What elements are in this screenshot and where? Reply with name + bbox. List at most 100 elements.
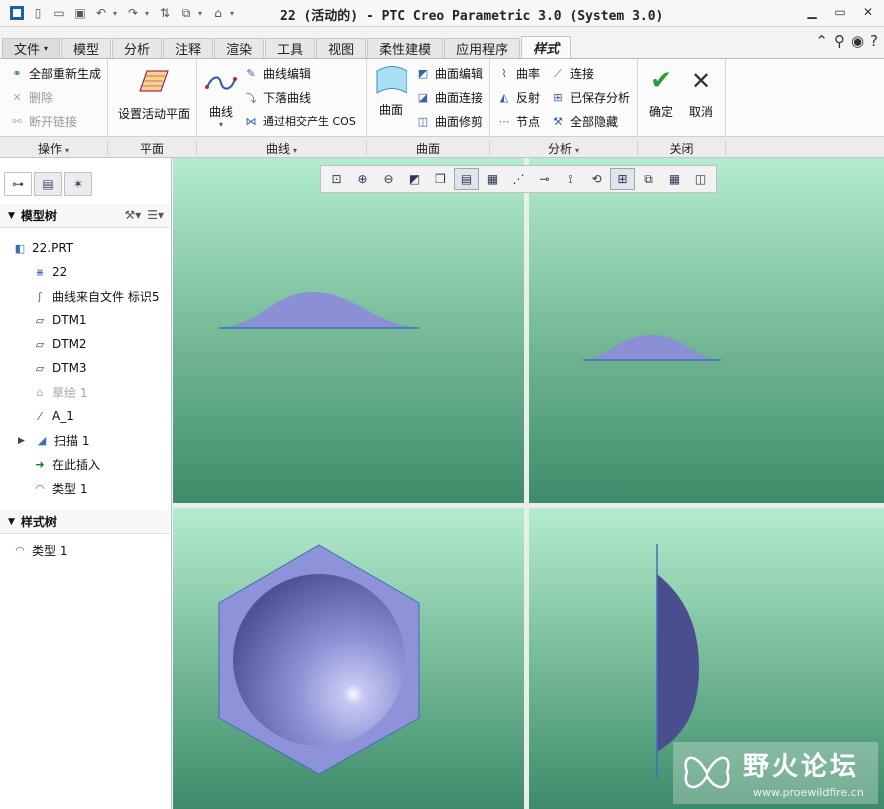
set-active-plane-button[interactable]: 设置活动平面 [114, 65, 194, 122]
tab-label: 文件 [14, 43, 41, 58]
settings-tools-icon[interactable]: ⚒▾ [124, 208, 141, 222]
reflect-button[interactable]: ◭ 反射 [496, 89, 540, 106]
surface-display-icon[interactable]: ◫ [688, 168, 713, 190]
tab-style[interactable]: 样式 [521, 36, 572, 58]
curve-edit-button[interactable]: ✎ 曲线编辑 [243, 65, 311, 82]
surface-trim-button[interactable]: ◫ 曲面修剪 [415, 113, 483, 130]
tree-item[interactable]: ▱ DTM2 [32, 336, 87, 352]
undo-dropdown-icon[interactable]: ▾ [113, 9, 121, 18]
redo-icon[interactable]: ↷ [124, 4, 142, 22]
tree-item[interactable]: ▱ DTM3 [32, 360, 87, 376]
curve-button[interactable]: 曲线 ▾ [203, 67, 239, 129]
chevron-down-icon: ▾ [44, 44, 49, 53]
tab-tools[interactable]: 工具 [265, 38, 316, 58]
regenerate-icon[interactable]: ⇅ [156, 4, 174, 22]
cancel-button[interactable]: ✕ 取消 [684, 65, 718, 120]
tree-item[interactable]: ʃ 曲线来自文件 标识5 [32, 288, 159, 305]
windows-dropdown-icon[interactable]: ▾ [198, 9, 206, 18]
tree-item[interactable]: ◠ 类型 1 [32, 480, 87, 497]
hide-all-button[interactable]: ⚒ 全部隐藏 [550, 113, 618, 130]
curve-label: 曲线 [208, 105, 233, 119]
tree-item[interactable]: ◠ 类型 1 [12, 542, 67, 559]
zoom-out-icon[interactable]: ⊖ [376, 168, 401, 190]
save-icon[interactable]: ▣ [71, 4, 89, 22]
annotation-display-icon[interactable]: ⊸ [532, 168, 557, 190]
tab-annotate[interactable]: 注释 [163, 38, 214, 58]
tab-analysis[interactable]: 分析 [112, 38, 163, 58]
curvature-button[interactable]: ⌇ 曲率 [496, 65, 540, 82]
tree-item[interactable]: ➜ 在此插入 [32, 456, 100, 473]
tab-applications[interactable]: 应用程序 [444, 38, 521, 58]
show-options-icon[interactable]: ☰▾ [147, 208, 164, 222]
saved-analysis-button[interactable]: ⊞ 已保存分析 [550, 89, 630, 106]
tab-file[interactable]: 文件 ▾ [2, 38, 61, 58]
collapse-triangle-icon[interactable]: ▼ [8, 211, 15, 221]
regen-all-button[interactable]: ⚭ 全部重新生成 [9, 65, 101, 82]
tab-render[interactable]: 渲染 [214, 38, 265, 58]
model-tree-tab-icon[interactable]: ⊶ [4, 172, 32, 196]
repaint-icon[interactable]: ◩ [402, 168, 427, 190]
close-icon[interactable]: ✕ [860, 4, 876, 20]
drop-curve-icon: ⤵ [245, 91, 257, 105]
tree-item-label: 草绘 1 [52, 386, 88, 400]
surface-button[interactable]: 曲面 [371, 63, 411, 118]
tab-label: 视图 [328, 43, 355, 58]
saved-orientations-icon[interactable]: ▤ [454, 168, 479, 190]
group-label-operations[interactable]: 操作 ▾ [0, 140, 108, 156]
display-style-icon[interactable]: ❒ [428, 168, 453, 190]
new-icon[interactable]: ▯ [29, 4, 47, 22]
active-plane-orient-icon[interactable]: ⧉ [636, 168, 661, 190]
zoom-in-icon[interactable]: ⊕ [350, 168, 375, 190]
nodes-button[interactable]: ⋯ 节点 [496, 113, 541, 130]
tab-view[interactable]: 视图 [316, 38, 367, 58]
ok-button[interactable]: ✔ 确定 [644, 65, 678, 120]
group-label-analysis[interactable]: 分析 ▾ [490, 140, 638, 156]
viewport-top-right[interactable] [529, 158, 884, 503]
view-manager-icon[interactable]: ▦ [480, 168, 505, 190]
refit-icon[interactable]: ⊡ [324, 168, 349, 190]
undo-icon[interactable]: ↶ [92, 4, 110, 22]
delete-button[interactable]: ✕ 删除 [9, 89, 53, 106]
saved-analysis-label: 已保存分析 [570, 91, 631, 105]
customize-toolbar-icon[interactable]: ▾ [230, 9, 238, 18]
close-window-icon[interactable]: ⌂ [209, 4, 227, 22]
folder-browser-tab-icon[interactable]: ▤ [34, 172, 62, 196]
viewport-bottom-left[interactable] [173, 508, 524, 809]
tree-item[interactable]: ⋇ 22 [32, 264, 67, 280]
app-icon[interactable] [8, 4, 26, 22]
break-link-button[interactable]: ⚯ 断开链接 [9, 113, 77, 130]
saved-analysis-icon: ⊞ [553, 91, 563, 104]
model-tree-header[interactable]: ▼ 模型树 ⚒▾ ☰▾ [0, 204, 170, 228]
surface-edit-button[interactable]: ◩ 曲面编辑 [415, 65, 483, 82]
viewport-top-left[interactable] [173, 158, 524, 503]
open-icon[interactable]: ▭ [50, 4, 68, 22]
ribbon: ⚭ 全部重新生成 ✕ 删除 ⚯ 断开链接 设置活动平面 曲线 ▾ ✎ 曲线编辑 ⤵ 下落曲… [0, 59, 884, 137]
intersect-cos-button[interactable]: ⋈ 通过相交产生 COS [243, 113, 356, 129]
spin-center-icon[interactable]: ⟲ [584, 168, 609, 190]
surface-connect-button[interactable]: ◪ 曲面连接 [415, 89, 483, 106]
tree-item[interactable]: ▱ DTM1 [32, 312, 87, 328]
connect-button[interactable]: ⟋ 连接 [550, 65, 594, 82]
maximize-icon[interactable]: ▭ [832, 4, 848, 20]
multi-view-icon[interactable]: ⊞ [610, 168, 635, 190]
tab-model[interactable]: 模型 [61, 38, 112, 58]
redo-dropdown-icon[interactable]: ▾ [145, 9, 153, 18]
minimize-icon[interactable]: ▁ [804, 4, 820, 20]
tree-item[interactable]: ⌂ 草绘 1 [32, 384, 88, 401]
windows-icon[interactable]: ⧉ [177, 4, 195, 22]
tree-item[interactable]: ⁄ A_1 [32, 408, 74, 424]
collapse-triangle-icon[interactable]: ▼ [8, 517, 15, 527]
tree-item-label: 扫描 1 [54, 434, 90, 448]
point-display-icon[interactable]: ⟟ [558, 168, 583, 190]
tree-item[interactable]: ▶ ◢ 扫描 1 [18, 432, 89, 449]
tab-flexible-modeling[interactable]: 柔性建模 [367, 38, 444, 58]
drop-curve-button[interactable]: ⤵ 下落曲线 [243, 89, 312, 106]
style-tree-header[interactable]: ▼ 样式树 [0, 510, 170, 534]
favorites-tab-icon[interactable]: ✶ [64, 172, 92, 196]
group-operations: ⚭ 全部重新生成 ✕ 删除 ⚯ 断开链接 [0, 59, 108, 137]
tree-item[interactable]: ◧ 22.PRT [12, 240, 73, 256]
group-label-curves[interactable]: 曲线 ▾ [197, 140, 367, 156]
expand-triangle-icon[interactable]: ▶ [18, 436, 30, 446]
datum-display-icon[interactable]: ⋰ [506, 168, 531, 190]
grid-display-icon[interactable]: ▦ [662, 168, 687, 190]
